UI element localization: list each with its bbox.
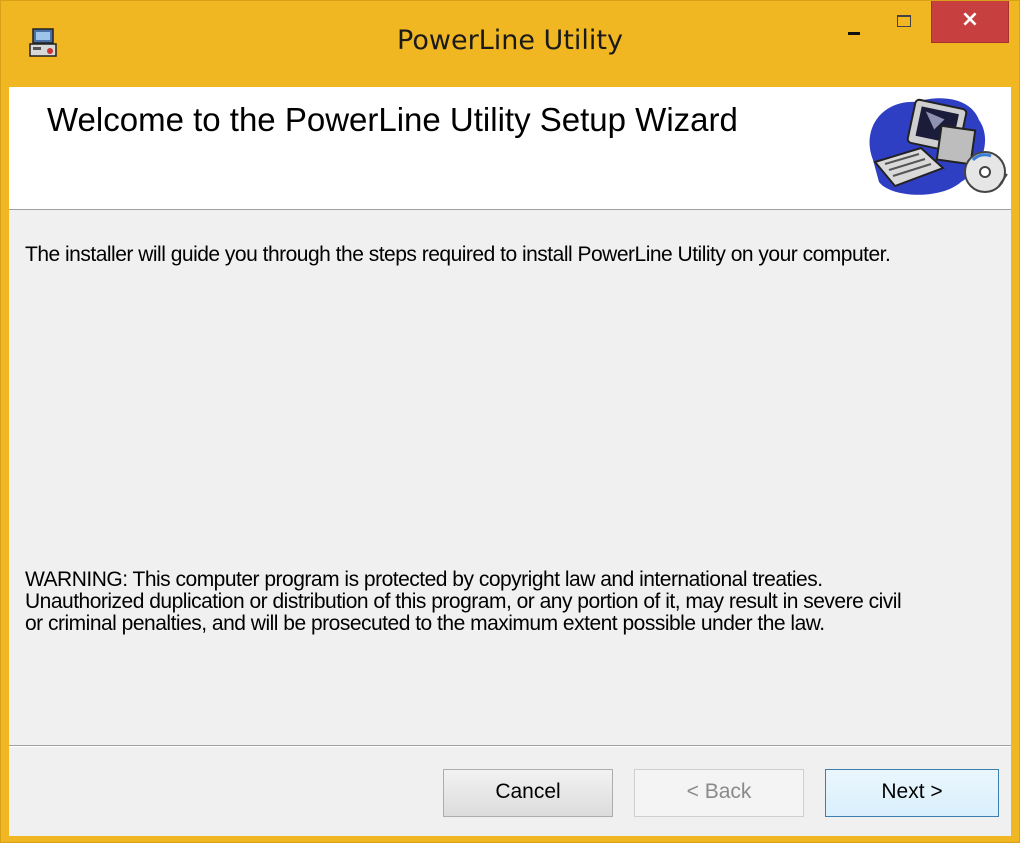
next-button[interactable]: Next > xyxy=(825,769,999,817)
close-icon: × xyxy=(960,7,980,32)
warning-line: WARNING: This computer program is protec… xyxy=(25,568,823,591)
warning-line: Unauthorized duplication or distribution… xyxy=(25,590,902,613)
installer-app-icon[interactable] xyxy=(27,26,61,60)
copyright-warning: WARNING: This computer program is protec… xyxy=(25,569,1010,635)
button-area-divider xyxy=(9,745,1011,747)
warning-line: or criminal penalties, and will be prose… xyxy=(25,612,825,635)
maximize-icon xyxy=(897,15,911,27)
cancel-button[interactable]: Cancel xyxy=(443,769,613,817)
minimize-icon xyxy=(848,32,860,35)
title-bar[interactable]: PowerLine Utility × xyxy=(1,1,1019,87)
computer-with-disc-icon xyxy=(869,98,1008,195)
wizard-banner: Welcome to the PowerLine Utility Setup W… xyxy=(9,87,1011,210)
banner-title: Welcome to the PowerLine Utility Setup W… xyxy=(47,101,738,138)
wizard-client-area: Welcome to the PowerLine Utility Setup W… xyxy=(9,87,1011,836)
back-button[interactable]: < Back xyxy=(634,769,804,817)
installer-window: PowerLine Utility × Welcome to the Power… xyxy=(0,0,1020,843)
intro-text: The installer will guide you through the… xyxy=(25,243,891,266)
maximize-button[interactable] xyxy=(881,1,929,43)
close-button[interactable]: × xyxy=(931,1,1009,43)
minimize-button[interactable] xyxy=(831,1,879,43)
